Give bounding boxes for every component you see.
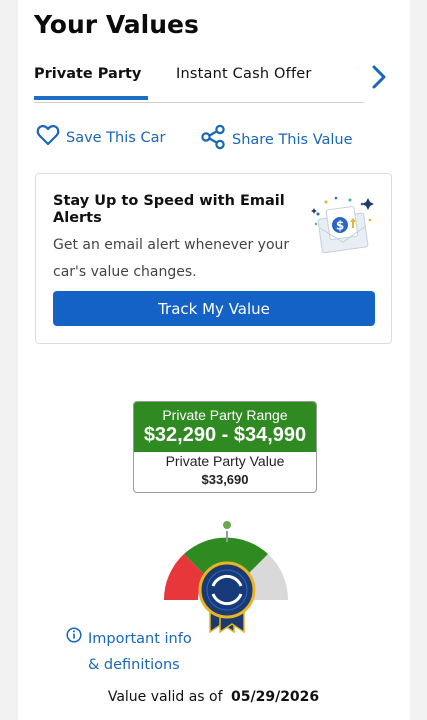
share-value-label: Share This Value xyxy=(232,131,353,148)
email-alert-card: Stay Up to Speed with Email Alerts Get a… xyxy=(35,173,392,344)
range-value: $32,290 - $34,990 xyxy=(143,424,307,446)
svg-text:$: $ xyxy=(336,219,344,233)
validity-label: Value valid as of xyxy=(107,689,223,705)
range-label: Private Party Range xyxy=(162,407,288,423)
info-icon xyxy=(66,626,82,652)
private-party-value: $33,690 xyxy=(201,472,249,487)
value-validity: Value valid as of 05/29/2026 xyxy=(0,689,427,705)
valuation-box: Private Party Range $32,290 - $34,990 Pr… xyxy=(133,401,317,493)
private-party-value-label: Private Party Value xyxy=(165,453,285,469)
tabs-divider xyxy=(34,102,364,103)
share-value-button[interactable]: Share This Value xyxy=(200,124,353,155)
save-car-label: Save This Car xyxy=(66,129,166,146)
info-link-line1: Important info xyxy=(88,631,192,647)
validity-date: 05/29/2026 xyxy=(231,689,320,705)
alert-description: Get an email alert whenever your car's v… xyxy=(53,237,290,280)
email-envelope-icon: $ xyxy=(306,190,378,262)
value-gauge xyxy=(160,490,292,640)
important-info-link[interactable]: Important info & definitions xyxy=(66,626,246,678)
value-tabs: Private Party Instant Cash Offer T xyxy=(34,60,374,104)
tab-instant-cash-offer[interactable]: Instant Cash Offer xyxy=(176,66,312,82)
heart-icon xyxy=(36,124,60,151)
save-car-button[interactable]: Save This Car xyxy=(36,124,165,151)
tab-private-party[interactable]: Private Party xyxy=(34,66,141,82)
share-icon xyxy=(200,124,226,155)
active-tab-indicator xyxy=(34,96,148,100)
chevron-right-icon[interactable] xyxy=(368,64,390,90)
car-actions: Save This Car Share This Value xyxy=(36,124,376,154)
gauge-needle-dot xyxy=(221,519,233,531)
alert-title: Stay Up to Speed with Email Alerts xyxy=(53,193,285,226)
track-value-button[interactable]: Track My Value xyxy=(53,291,375,326)
info-link-line2: & definitions xyxy=(88,657,180,673)
range-header: Private Party Range $32,290 - $34,990 xyxy=(134,402,316,452)
page-title: Your Values xyxy=(34,10,199,39)
